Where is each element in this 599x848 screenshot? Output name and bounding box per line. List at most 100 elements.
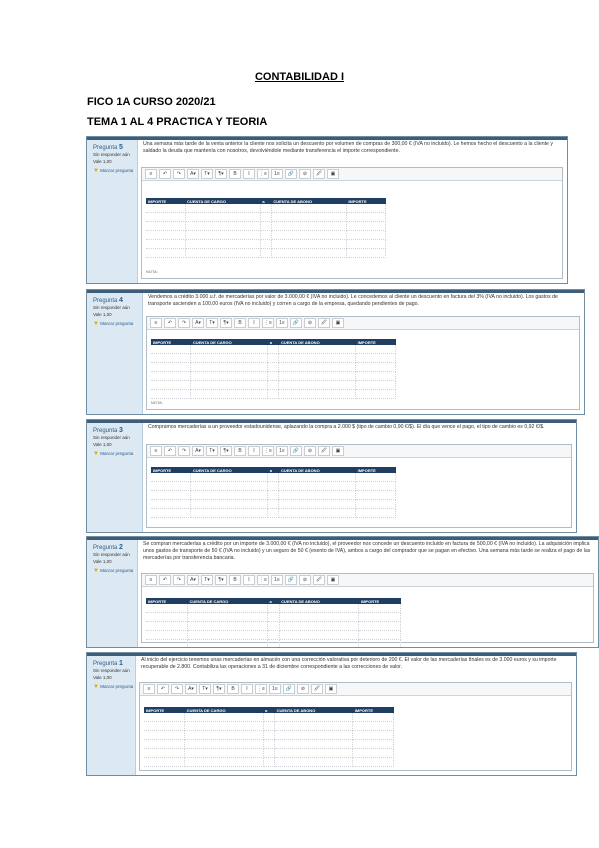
table-cell[interactable] xyxy=(146,204,186,213)
table-cell[interactable] xyxy=(146,604,188,613)
table-cell[interactable] xyxy=(279,621,360,631)
table-cell[interactable] xyxy=(352,713,394,722)
table-cell[interactable] xyxy=(355,353,396,363)
table-cell[interactable] xyxy=(355,371,396,381)
toolbar-button[interactable]: ↶ xyxy=(159,575,171,585)
toolbar-button[interactable]: 🔗 xyxy=(285,575,297,585)
answer-editor[interactable]: ≡ ↶ ↷ A▾ T▾ ¶▾ B I ⋮≡ 1≡ 🔗 ⊘ 🖉 ▣ IMPORTE CUENTA DE CAR… xyxy=(139,682,572,771)
toolbar-button[interactable]: ⊘ xyxy=(304,446,316,456)
toolbar-button[interactable]: 🖉 xyxy=(318,446,330,456)
flag-question-button[interactable]: ▼ Marcar pregunta xyxy=(93,568,137,574)
table-cell[interactable] xyxy=(144,730,186,740)
journal-entry-table[interactable]: IMPORTE CUENTA DE CARGO a CUENTA DE ABONO IM… xyxy=(146,198,387,258)
table-cell[interactable] xyxy=(144,757,186,767)
table-cell[interactable] xyxy=(185,248,261,258)
table-cell[interactable] xyxy=(346,230,387,240)
table-cell[interactable] xyxy=(260,230,272,240)
toolbar-button[interactable]: T▾ xyxy=(206,446,218,456)
journal-entry-table[interactable]: IMPORTE CUENTA DE CARGO a CUENTA DE ABONO IM… xyxy=(144,707,394,767)
table-cell[interactable] xyxy=(263,730,276,740)
toolbar-button[interactable]: T▾ xyxy=(201,169,213,179)
journal-entry-table[interactable]: IMPORTE CUENTA DE CARGO a CUENTA DE ABONO IM… xyxy=(146,598,401,647)
table-cell[interactable] xyxy=(267,345,280,354)
table-cell[interactable] xyxy=(274,713,354,722)
toolbar-button[interactable]: ↷ xyxy=(178,446,190,456)
toolbar-button[interactable]: ¶▾ xyxy=(220,318,232,328)
journal-entry-table[interactable]: IMPORTE CUENTA DE CARGO a CUENTA DE ABONO IM… xyxy=(151,467,396,518)
toolbar-button[interactable]: ↷ xyxy=(171,684,183,694)
table-cell[interactable] xyxy=(185,204,261,213)
table-cell[interactable] xyxy=(279,604,360,613)
table-cell[interactable] xyxy=(151,362,192,372)
table-cell[interactable] xyxy=(146,221,186,231)
table-cell[interactable] xyxy=(346,239,387,249)
table-cell[interactable] xyxy=(190,481,269,491)
table-cell[interactable] xyxy=(346,204,387,213)
toolbar-button[interactable]: ¶▾ xyxy=(215,575,227,585)
table-cell[interactable] xyxy=(278,362,357,372)
table-cell[interactable] xyxy=(267,630,280,640)
table-cell[interactable] xyxy=(278,353,357,363)
toolbar-button[interactable]: T▾ xyxy=(201,575,213,585)
table-cell[interactable] xyxy=(267,353,280,363)
table-cell[interactable] xyxy=(185,230,261,240)
table-cell[interactable] xyxy=(146,248,186,258)
toolbar-button[interactable]: ≡ xyxy=(150,446,162,456)
table-cell[interactable] xyxy=(355,481,396,491)
table-cell[interactable] xyxy=(274,730,354,740)
table-cell[interactable] xyxy=(278,380,357,390)
table-cell[interactable] xyxy=(151,473,192,482)
table-cell[interactable] xyxy=(263,739,276,749)
toolbar-button[interactable]: ⊘ xyxy=(304,318,316,328)
table-cell[interactable] xyxy=(274,757,354,767)
table-cell[interactable] xyxy=(263,713,276,722)
table-cell[interactable] xyxy=(346,248,387,258)
table-cell[interactable] xyxy=(260,248,272,258)
toolbar-button[interactable]: ↷ xyxy=(178,318,190,328)
table-cell[interactable] xyxy=(274,739,354,749)
table-cell[interactable] xyxy=(355,362,396,372)
table-cell[interactable] xyxy=(184,730,264,740)
table-cell[interactable] xyxy=(267,380,280,390)
toolbar-button[interactable]: ▣ xyxy=(332,318,344,328)
toolbar-button[interactable]: 🔗 xyxy=(283,684,295,694)
toolbar-button[interactable]: ▣ xyxy=(325,684,337,694)
toolbar-button[interactable]: 1≡ xyxy=(269,684,281,694)
toolbar-button[interactable]: ≡ xyxy=(145,169,157,179)
journal-entry-table[interactable]: IMPORTE CUENTA DE CARGO a CUENTA DE ABONO IM… xyxy=(151,339,396,399)
table-cell[interactable] xyxy=(267,481,280,491)
table-cell[interactable] xyxy=(358,612,401,622)
toolbar-button[interactable]: ¶▾ xyxy=(220,446,232,456)
table-cell[interactable] xyxy=(267,604,280,613)
toolbar-button[interactable]: I xyxy=(243,575,255,585)
table-cell[interactable] xyxy=(278,389,357,399)
table-cell[interactable] xyxy=(352,739,394,749)
table-cell[interactable] xyxy=(260,204,272,213)
toolbar-button[interactable]: 🖉 xyxy=(313,169,325,179)
flag-question-button[interactable]: ▼ Marcar pregunta xyxy=(93,168,137,174)
table-cell[interactable] xyxy=(267,621,280,631)
toolbar-button[interactable]: ¶▾ xyxy=(213,684,225,694)
toolbar-button[interactable]: 🔗 xyxy=(290,446,302,456)
table-cell[interactable] xyxy=(352,748,394,758)
toolbar-button[interactable]: ⊘ xyxy=(297,684,309,694)
toolbar-button[interactable]: B xyxy=(229,169,241,179)
toolbar-button[interactable]: 1≡ xyxy=(276,318,288,328)
table-cell[interactable] xyxy=(151,380,192,390)
table-cell[interactable] xyxy=(190,473,269,482)
table-cell[interactable] xyxy=(151,490,192,500)
table-cell[interactable] xyxy=(151,389,192,399)
table-cell[interactable] xyxy=(144,748,186,758)
toolbar-button[interactable]: ⋮≡ xyxy=(257,169,269,179)
toolbar-button[interactable]: T▾ xyxy=(206,318,218,328)
toolbar-button[interactable]: ≡ xyxy=(150,318,162,328)
table-cell[interactable] xyxy=(267,612,280,622)
flag-question-button[interactable]: ▼ Marcar pregunta xyxy=(93,321,142,327)
table-cell[interactable] xyxy=(355,389,396,399)
toolbar-button[interactable]: ≡ xyxy=(145,575,157,585)
toolbar-button[interactable]: ↶ xyxy=(159,169,171,179)
toolbar-button[interactable]: ↷ xyxy=(173,169,185,179)
table-cell[interactable] xyxy=(278,345,357,354)
toolbar-button[interactable]: B xyxy=(234,318,246,328)
table-cell[interactable] xyxy=(190,389,269,399)
